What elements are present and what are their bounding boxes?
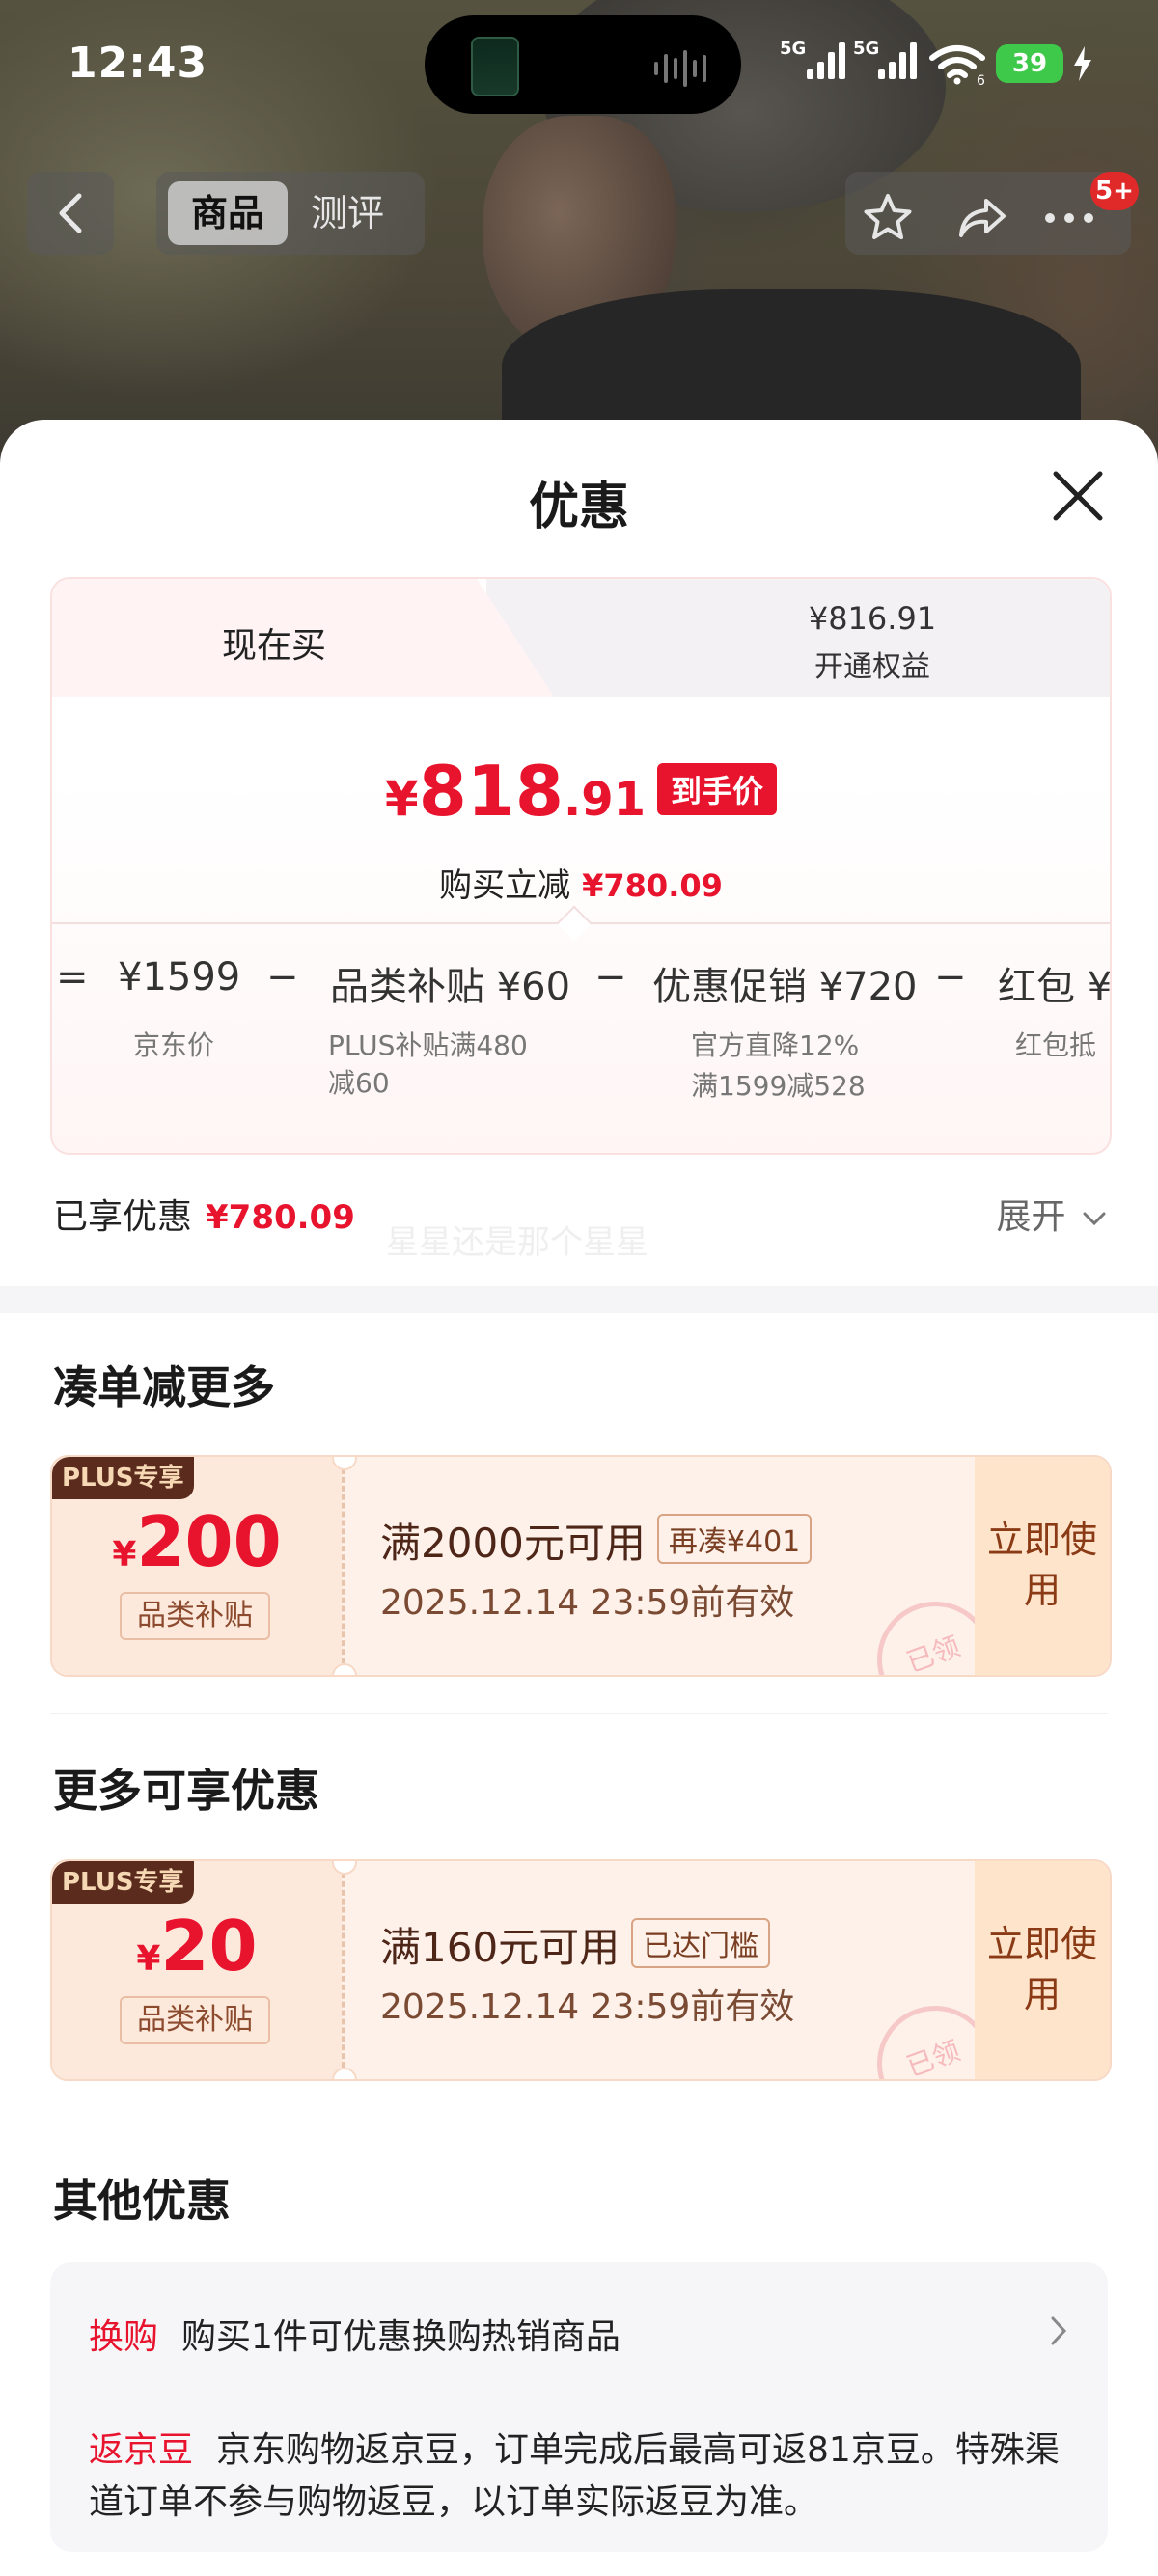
red-packet: 红包 ¥ (998, 965, 1112, 1009)
minus-sign: − (934, 955, 967, 1000)
plus-exclusive-tag: PLUS专享 (52, 1457, 194, 1499)
wifi-label: 6 (977, 73, 985, 85)
minus-sign: − (266, 955, 299, 1000)
coupon-card: PLUS专享 ¥20 品类补贴 满160元可用 已达门槛 2025.12.14 2… (50, 1859, 1112, 2081)
use-coupon-button[interactable]: 立即使用 (975, 1861, 1110, 2079)
back-button[interactable] (27, 172, 114, 255)
final-price-decimal: .91 (564, 773, 647, 827)
purchase-reduction: 购买立减 ¥780.09 (52, 859, 1110, 906)
enjoyed-discount: 已享优惠 ¥780.09 (53, 1189, 355, 1239)
coupon-card: PLUS专享 ¥200 品类补贴 满2000元可用 再凑¥401 2025.12.… (50, 1455, 1112, 1677)
trade-in-row[interactable]: 换购 购买1件可优惠换购热销商品 (89, 2309, 620, 2359)
divider (50, 1713, 1108, 1714)
signal-label: 5G (780, 39, 807, 59)
close-icon[interactable] (1050, 468, 1106, 524)
plus-benefit-label: 开通权益 (814, 650, 930, 684)
music-cover-icon (471, 37, 519, 96)
status-bar: 12:43 5G 5G 6 39 (0, 0, 1158, 135)
coupon-condition-text: 满2000元可用 (380, 1520, 646, 1567)
expand-button[interactable]: 展开 (997, 1189, 1108, 1239)
audio-wave-icon (654, 50, 706, 87)
jd-beans-row: 返京豆 京东购物返京豆，订单完成后最高可返81京豆。特殊渠道订单不参与购物返豆，以… (89, 2425, 1092, 2529)
section-title-other: 其他优惠 (53, 2175, 231, 2227)
chevron-right-icon[interactable] (1048, 2315, 1069, 2347)
equals-sign: = (56, 955, 89, 1000)
coupon-type: 品类补贴 (120, 1996, 270, 2044)
battery-indicator: 39 (996, 44, 1063, 83)
coupon-amount: ¥20 (52, 1905, 342, 1987)
red-packet-note: 红包抵 (1015, 1029, 1097, 1061)
more-icon[interactable] (1040, 191, 1098, 245)
plus-exclusive-tag: PLUS专享 (52, 1861, 194, 1904)
coupon-notch (332, 2068, 357, 2079)
final-price: ¥818.91 到手价 (52, 751, 1110, 832)
coupon-condition: 满160元可用 已达门槛 (380, 1915, 771, 1974)
section-title-available: 更多可享优惠 (53, 1765, 319, 1817)
final-price-integer: 818 (418, 751, 565, 832)
coupon-condition: 满2000元可用 再凑¥401 (380, 1511, 813, 1570)
coupon-type: 品类补贴 (120, 1592, 270, 1640)
watermark-text: 星星还是那个星星 (386, 1223, 648, 1262)
coupon-expiry: 2025.12.14 23:59前有效 (380, 1583, 795, 1623)
enjoyed-label: 已享优惠 (53, 1197, 193, 1237)
message-count-badge: 5+ (1090, 172, 1139, 210)
coupon-divider (342, 1468, 345, 1663)
jd-price-label: 京东价 (133, 1029, 215, 1061)
price-calculation-row[interactable]: = ¥1599 − 品类补贴 ¥60 − 优惠促销 ¥720 − 红包 ¥ (52, 955, 1110, 1013)
chevron-down-icon (1083, 1212, 1106, 1226)
expand-label: 展开 (996, 1197, 1066, 1237)
coupon-amount: ¥200 (52, 1501, 342, 1582)
signal-icon (878, 42, 917, 79)
reduction-amount: ¥780.09 (582, 867, 723, 904)
section-title-more: 凑单减更多 (53, 1361, 275, 1413)
jd-beans-text: 京东购物返京豆，订单完成后最高可返81京豆。特殊渠道订单不参与购物返豆，以订单实… (89, 2430, 1060, 2522)
product-tabs: 商品 测评 (156, 172, 425, 255)
jd-price: ¥1599 (118, 955, 241, 1000)
status-time: 12:43 (68, 39, 208, 88)
coupon-amount-value: 20 (160, 1905, 258, 1987)
divider-notch (556, 905, 593, 942)
section-separator (0, 1286, 1158, 1313)
tab-product[interactable]: 商品 (168, 181, 288, 245)
charging-bolt-icon (1074, 46, 1091, 81)
signal-label: 5G (853, 39, 880, 59)
other-offers-box: 换购 购买1件可优惠换购热销商品 返京豆 京东购物返京豆，订单完成后最高可返81京豆… (50, 2262, 1108, 2552)
final-price-tag: 到手价 (657, 763, 778, 815)
category-subsidy: 品类补贴 ¥60 (330, 965, 571, 1009)
minus-sign: − (594, 955, 627, 1000)
promotion-discount: 优惠促销 ¥720 (652, 965, 918, 1009)
final-price-yen: ¥ (384, 771, 419, 827)
jd-beans-key: 返京豆 (89, 2430, 194, 2470)
nav-actions (845, 172, 1131, 255)
discount-sheet: 优惠 现在买 ¥816.91 开通权益 ¥818.91 到手价 购买立减 ¥780.… (0, 420, 1158, 2576)
coupon-amount-value: 200 (136, 1501, 282, 1582)
sheet-title: 优惠 (528, 479, 629, 536)
dynamic-island (425, 15, 741, 114)
wifi-icon: 6 (929, 45, 985, 85)
subsidy-note: PLUS补贴满480 减60 (328, 1029, 528, 1100)
coupon-expiry: 2025.12.14 23:59前有效 (380, 1987, 795, 2027)
share-icon[interactable] (955, 191, 1009, 245)
plus-price: ¥816.91 (808, 600, 937, 637)
coupon-gap-pill: 再凑¥401 (656, 1514, 813, 1564)
tab-buy-now-label: 现在买 (221, 626, 326, 666)
price-breakdown-card: 现在买 ¥816.91 开通权益 ¥818.91 到手价 购买立减 ¥780.09 … (50, 577, 1112, 1155)
chevron-left-icon (59, 193, 82, 233)
promo-note-1: 官方直降12% (691, 1029, 860, 1061)
coupon-notch (332, 1663, 357, 1675)
enjoyed-amount: ¥780.09 (206, 1198, 355, 1237)
promo-note-2: 满1599减528 (691, 1070, 866, 1102)
star-favorite-icon[interactable] (861, 191, 915, 245)
coupon-divider (342, 1873, 345, 2068)
reduction-label: 购买立减 (439, 866, 571, 905)
coupon-condition-text: 满160元可用 (380, 1924, 620, 1971)
coupon-yen: ¥ (112, 1535, 137, 1575)
tab-review[interactable]: 测评 (311, 181, 384, 245)
coupon-yen: ¥ (136, 1939, 161, 1979)
use-coupon-button[interactable]: 立即使用 (975, 1457, 1110, 1675)
signal-icon (807, 42, 845, 79)
trade-in-key: 换购 (89, 2317, 159, 2357)
trade-in-text: 购买1件可优惠换购热销商品 (181, 2317, 620, 2357)
coupon-threshold-pill: 已达门槛 (631, 1918, 771, 1968)
